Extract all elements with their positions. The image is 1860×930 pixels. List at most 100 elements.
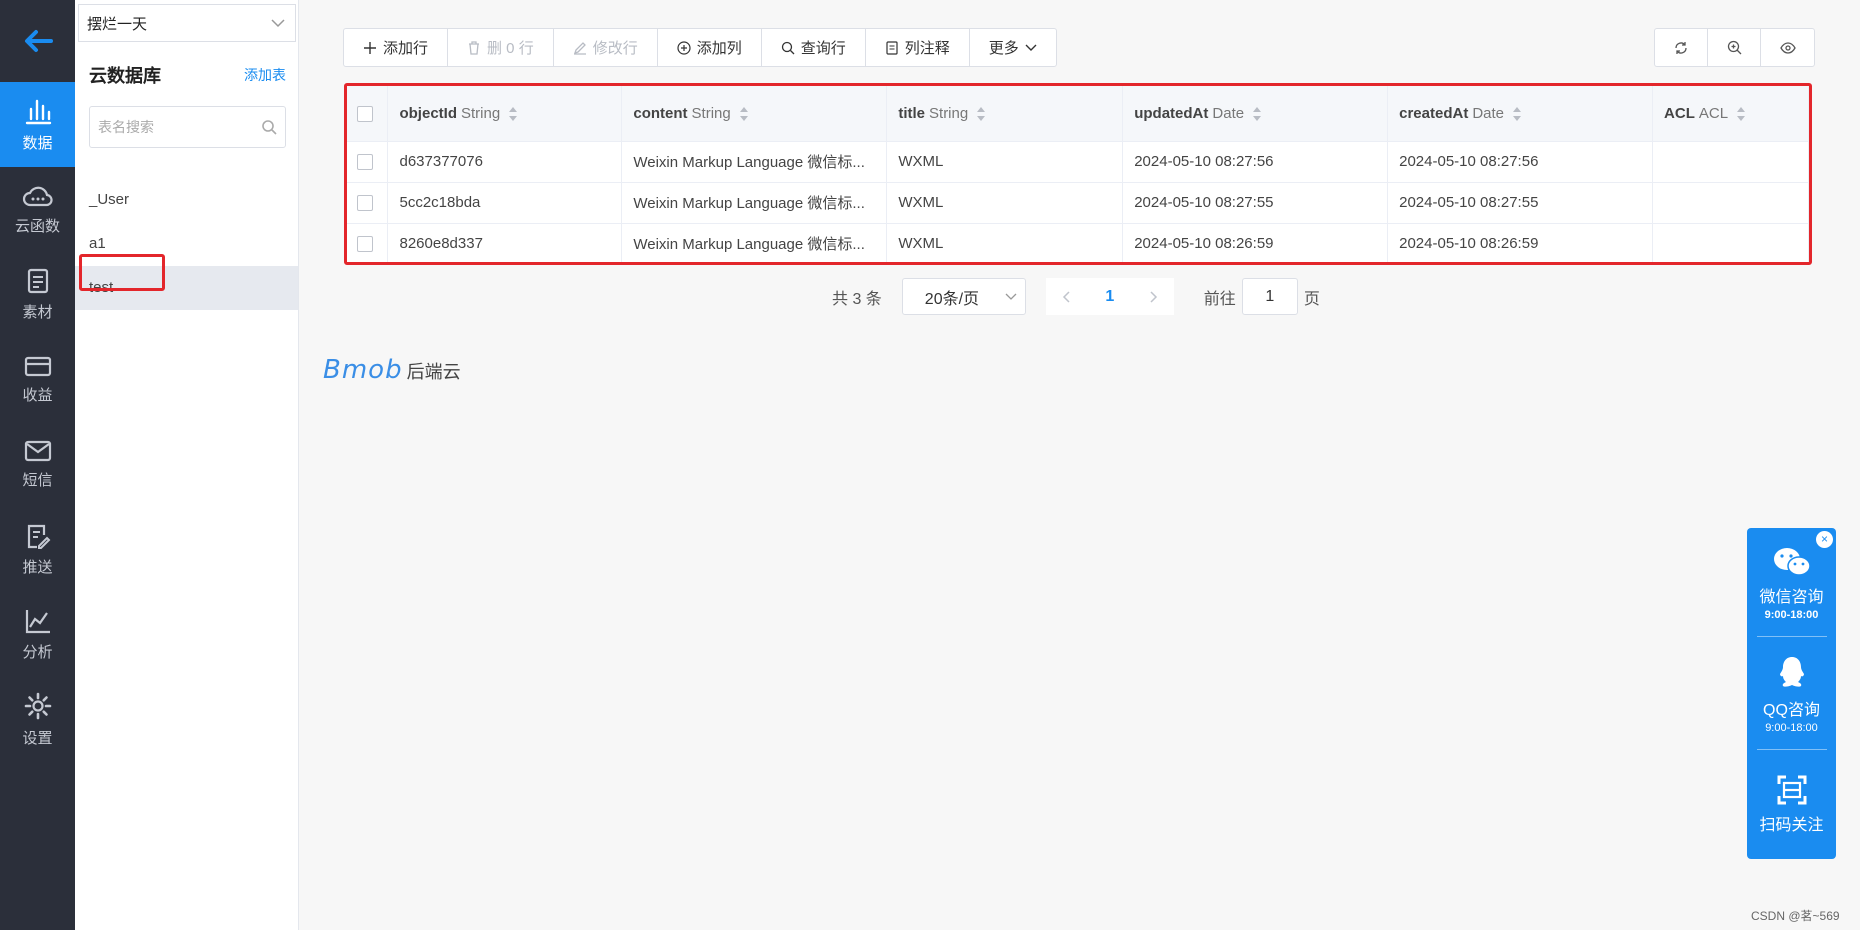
cell-objectid[interactable]: 8260e8d337 xyxy=(387,223,623,265)
column-type: String xyxy=(691,104,731,122)
query-row-button[interactable]: 查询行 xyxy=(762,29,866,66)
qq-consult[interactable]: QQ咨询 9:00-18:00 xyxy=(1747,637,1836,749)
bar-chart-icon xyxy=(25,99,51,125)
select-all-checkbox[interactable] xyxy=(357,105,373,122)
table-item-user[interactable]: _User xyxy=(75,178,298,222)
nav-item-settings[interactable]: 设置 xyxy=(0,677,75,762)
zoom-button[interactable] xyxy=(1708,29,1761,66)
nav-item-analysis[interactable]: 分析 xyxy=(0,592,75,677)
row-checkbox[interactable] xyxy=(357,195,373,212)
sort-icon[interactable] xyxy=(1252,106,1262,122)
chevron-left-icon xyxy=(1062,290,1070,303)
chevron-right-icon xyxy=(1150,290,1157,303)
sort-icon[interactable] xyxy=(1736,106,1746,122)
chevron-down-icon xyxy=(271,19,285,28)
scan-follow[interactable]: 扫码关注 xyxy=(1747,750,1836,835)
gear-icon xyxy=(24,692,51,720)
cell-acl[interactable] xyxy=(1652,182,1809,224)
column-header-objectid[interactable]: objectId String xyxy=(387,86,623,142)
table-row[interactable]: d637377076 Weixin Markup Language 微信标...… xyxy=(346,141,1809,183)
cell-content[interactable]: Weixin Markup Language 微信标... xyxy=(621,141,888,183)
cell-acl[interactable] xyxy=(1652,141,1809,183)
nav-item-material[interactable]: 素材 xyxy=(0,252,75,337)
row-checkbox[interactable] xyxy=(357,236,373,253)
pencil-icon xyxy=(573,41,586,55)
cell-content[interactable]: Weixin Markup Language 微信标... xyxy=(621,223,888,265)
edit-row-label: 修改行 xyxy=(592,40,638,57)
cell-updatedat[interactable]: 2024-05-10 08:27:55 xyxy=(1122,182,1389,224)
goto-label: 前往 xyxy=(1203,290,1236,308)
page-number[interactable]: 1 xyxy=(1086,288,1134,306)
cell-objectid[interactable]: d637377076 xyxy=(387,141,623,183)
refresh-button[interactable] xyxy=(1655,29,1708,66)
nav-item-revenue[interactable]: 收益 xyxy=(0,337,75,422)
sort-icon[interactable] xyxy=(1512,106,1522,122)
column-header-createdat[interactable]: createdAt Date xyxy=(1387,86,1654,142)
table-row[interactable]: 5cc2c18bda Weixin Markup Language 微信标...… xyxy=(346,182,1809,224)
row-select-cell xyxy=(346,223,389,265)
search-icon xyxy=(781,41,795,54)
row-checkbox[interactable] xyxy=(357,154,373,171)
column-header-updatedat[interactable]: updatedAt Date xyxy=(1122,86,1389,142)
search-icon[interactable] xyxy=(261,119,277,135)
sort-icon[interactable] xyxy=(739,106,749,122)
cell-content[interactable]: Weixin Markup Language 微信标... xyxy=(621,182,888,224)
nav-item-data[interactable]: 数据 xyxy=(0,82,75,167)
nav-item-sms[interactable]: 短信 xyxy=(0,422,75,507)
cell-title[interactable]: WXML xyxy=(886,223,1124,265)
cell-title[interactable]: WXML xyxy=(886,182,1124,224)
table-sidebar: 摆烂一天 云数据库 添加表 _User a1 test xyxy=(75,0,299,930)
cell-createdat[interactable]: 2024-05-10 08:27:56 xyxy=(1387,141,1654,183)
add-row-button[interactable]: 添加行 xyxy=(344,29,449,66)
cell-title[interactable]: WXML xyxy=(886,141,1124,183)
prev-page-button[interactable] xyxy=(1046,278,1086,315)
nav-label: 云函数 xyxy=(14,218,60,235)
logo-brand: Bmob xyxy=(323,355,403,385)
cell-updatedat[interactable]: 2024-05-10 08:26:59 xyxy=(1122,223,1389,265)
nav-label: 短信 xyxy=(22,472,53,489)
close-icon[interactable]: × xyxy=(1816,531,1833,548)
table-search-input[interactable] xyxy=(98,119,248,135)
cell-updatedat[interactable]: 2024-05-10 08:27:56 xyxy=(1122,141,1389,183)
card-icon xyxy=(24,356,51,377)
sort-icon[interactable] xyxy=(508,106,518,122)
goto-page-input[interactable] xyxy=(1241,278,1298,315)
next-page-button[interactable] xyxy=(1134,278,1174,315)
more-dropdown[interactable]: 更多 xyxy=(970,29,1056,66)
column-comment-button[interactable]: 列注释 xyxy=(866,29,970,66)
page-size-value: 20条/页 xyxy=(924,290,980,308)
app-selector[interactable]: 摆烂一天 xyxy=(78,4,296,42)
page-size-select[interactable]: 20条/页 xyxy=(901,278,1026,315)
sort-icon[interactable] xyxy=(976,106,986,122)
add-column-button[interactable]: 添加列 xyxy=(658,29,762,66)
nav-label: 分析 xyxy=(22,644,53,661)
cell-createdat[interactable]: 2024-05-10 08:26:59 xyxy=(1387,223,1654,265)
nav-item-push[interactable]: 推送 xyxy=(0,507,75,592)
column-type: String xyxy=(461,104,501,122)
toolbar: 添加行 删 0 行 修改行 添加列 查询行 列注释 更多 xyxy=(343,28,1057,67)
view-button[interactable] xyxy=(1761,29,1814,66)
delete-rows-button[interactable]: 删 0 行 xyxy=(448,29,554,66)
column-type: Date xyxy=(1472,104,1505,122)
column-comment-label: 列注释 xyxy=(904,40,950,57)
nav-label: 推送 xyxy=(22,559,53,576)
cloud-icon xyxy=(22,186,53,207)
cell-acl[interactable] xyxy=(1652,223,1809,265)
logo-suffix: 后端云 xyxy=(406,362,461,382)
back-button[interactable] xyxy=(0,0,75,82)
table-search xyxy=(89,106,286,148)
column-header-acl[interactable]: ACL ACL xyxy=(1652,86,1809,142)
column-name: title xyxy=(898,104,926,122)
cell-objectid[interactable]: 5cc2c18bda xyxy=(387,182,623,224)
column-header-title[interactable]: title String xyxy=(886,86,1124,142)
eye-icon xyxy=(1779,41,1796,54)
sidebar-title: 云数据库 xyxy=(89,66,161,86)
nav-item-cloud-function[interactable]: 云函数 xyxy=(0,167,75,252)
edit-row-button[interactable]: 修改行 xyxy=(554,29,658,66)
page-unit: 页 xyxy=(1303,290,1320,308)
column-header-content[interactable]: content String xyxy=(621,86,888,142)
add-table-link[interactable]: 添加表 xyxy=(244,65,286,85)
table-row[interactable]: 8260e8d337 Weixin Markup Language 微信标...… xyxy=(346,223,1809,265)
chevron-down-icon xyxy=(1025,44,1037,51)
cell-createdat[interactable]: 2024-05-10 08:27:55 xyxy=(1387,182,1654,224)
